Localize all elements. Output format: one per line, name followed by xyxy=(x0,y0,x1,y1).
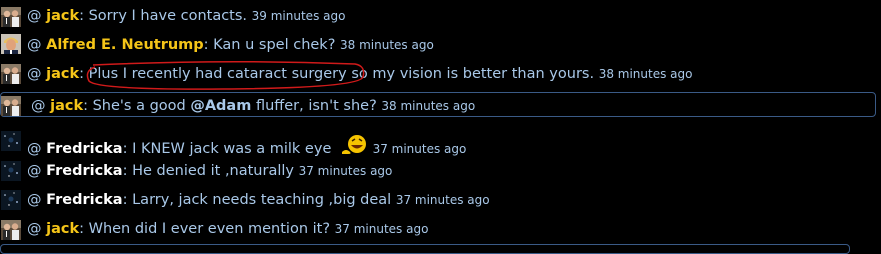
laughing-emoji-icon xyxy=(340,134,368,162)
message-text: so my vision is better than yours. xyxy=(351,66,595,82)
at-symbol: @ xyxy=(31,98,46,114)
message-text: : She's a good xyxy=(83,98,186,114)
username-link[interactable]: jack xyxy=(46,8,79,24)
at-symbol: @ xyxy=(27,221,42,237)
next-message-frame xyxy=(0,240,881,254)
at-symbol: @ xyxy=(27,66,42,82)
chat-log: @ jack: Sorry I have contacts. 39 minute… xyxy=(0,0,881,254)
username-link[interactable]: Fredricka xyxy=(46,141,123,157)
timestamp: 37 minutes ago xyxy=(334,222,429,236)
timestamp: 37 minutes ago xyxy=(395,193,490,207)
chat-message: @ jack: Sorry I have contacts. 39 minute… xyxy=(0,5,881,33)
highlighted-message-box xyxy=(0,244,850,254)
username-link[interactable]: jack xyxy=(46,221,79,237)
at-symbol: @ xyxy=(27,141,42,157)
at-symbol: @ xyxy=(27,163,42,179)
couple-photo-avatar[interactable] xyxy=(1,7,21,27)
couple-photo-avatar[interactable] xyxy=(1,220,21,240)
username-link[interactable]: jack xyxy=(46,66,79,82)
chat-message: @ Alfred E. Neutrump: Kan u spel chek? 3… xyxy=(0,34,881,62)
message-text: : I KNEW jack was a milk eye xyxy=(122,141,332,157)
starfield-avatar[interactable] xyxy=(1,161,21,181)
message-text: fluffer, isn't she? xyxy=(255,98,377,114)
chat-message: @ jack: She's a good @Adam fluffer, isn'… xyxy=(0,95,881,123)
at-symbol: @ xyxy=(27,8,42,24)
chat-message: @ Fredricka: Larry, jack needs teaching … xyxy=(0,189,881,217)
politician-photo-avatar[interactable] xyxy=(1,34,21,54)
chat-message: @ Fredricka: I KNEW jack was a milk eye … xyxy=(0,131,881,159)
username-link[interactable]: Alfred E. Neutrump xyxy=(46,37,204,53)
message-text: : Kan u spel chek? xyxy=(203,37,336,53)
at-symbol: @ xyxy=(27,192,42,208)
timestamp: 38 minutes ago xyxy=(340,38,434,52)
at-symbol: @ xyxy=(27,37,42,53)
starfield-avatar[interactable] xyxy=(1,190,21,210)
red-circle-annotation xyxy=(86,60,364,90)
starfield-avatar[interactable] xyxy=(1,131,21,151)
mention-link[interactable]: @Adam xyxy=(190,98,251,114)
message-text: : He denied it ,naturally xyxy=(122,163,294,179)
couple-photo-avatar[interactable] xyxy=(1,64,21,84)
message-text: : Sorry I have contacts. xyxy=(79,8,248,24)
chat-message: @ Fredricka: He denied it ,naturally 37 … xyxy=(0,160,881,188)
message-text: : When did I ever even mention it? xyxy=(79,221,331,237)
timestamp: 37 minutes ago xyxy=(298,164,393,178)
couple-photo-avatar[interactable] xyxy=(1,96,21,116)
message-text: : Larry, jack needs teaching ,big deal xyxy=(122,192,392,208)
circled-annotation: Plus I recently had cataract surgery xyxy=(86,60,364,90)
chat-message: @ jack: Plus I recently had cataract sur… xyxy=(0,60,881,91)
timestamp: 38 minutes ago xyxy=(598,67,693,81)
timestamp: 38 minutes ago xyxy=(381,99,476,113)
username-link[interactable]: Fredricka xyxy=(46,192,123,208)
timestamp: 37 minutes ago xyxy=(372,142,467,156)
username-link[interactable]: jack xyxy=(50,98,83,114)
timestamp: 39 minutes ago xyxy=(251,9,346,23)
username-link[interactable]: Fredricka xyxy=(46,163,123,179)
chat-message: @ jack: When did I ever even mention it?… xyxy=(0,218,881,240)
